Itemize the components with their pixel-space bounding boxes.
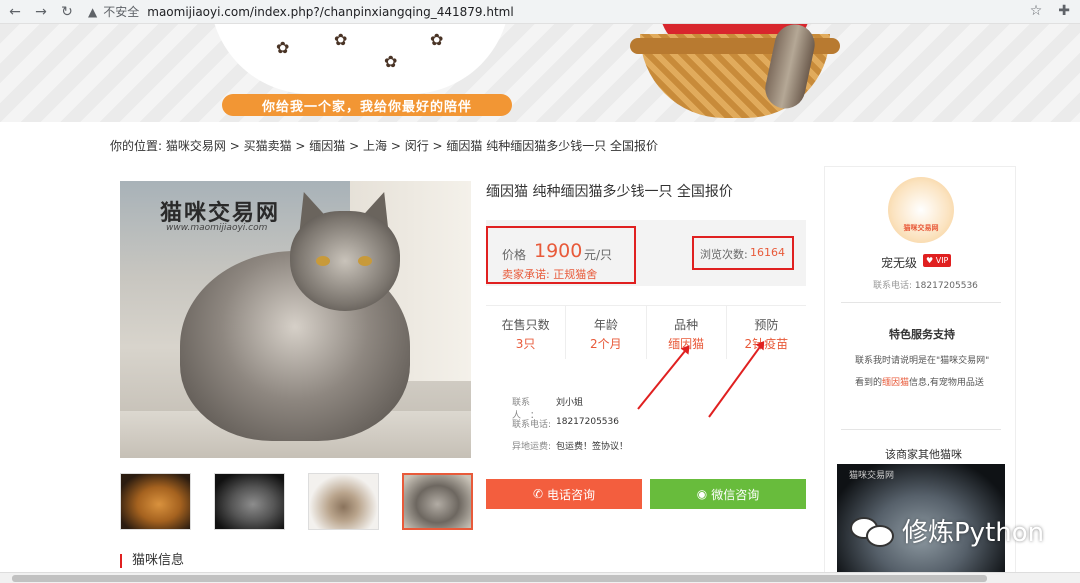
shipping-info: 包运费！签协议！ <box>556 442 629 452</box>
browser-toolbar: ← → ↻ ▲ 不安全 maomijiaoyi.com/index.php?/c… <box>0 0 1080 24</box>
photo-watermark: 猫咪交易网 <box>849 471 895 481</box>
button-label: 电话咨询 <box>547 487 596 502</box>
wechat-consult-button[interactable]: ◉ 微信咨询 <box>650 479 806 509</box>
phone-value: 18217205536 <box>914 281 978 291</box>
watermark-text: 修炼Python <box>902 518 1045 548</box>
contact-person: 刘小姐 <box>556 398 584 408</box>
breadcrumb-item[interactable]: 买猫卖猫 <box>244 139 292 153</box>
price-box: 价格 1900 元/只 卖家承诺: 正规猫舍 <box>486 226 636 284</box>
seller-name[interactable]: 宠无级 <box>881 254 917 271</box>
contact-label: 联系人 ： <box>512 398 540 421</box>
reload-icon[interactable]: ↻ <box>56 1 78 23</box>
service-title: 特色服务支持 <box>889 328 955 341</box>
breadcrumb-current: 缅因猫 纯种缅因猫多少钱一只 全国报价 <box>446 139 659 153</box>
vip-badge: ♥ VIP <box>923 254 952 267</box>
price-value: 1900 <box>534 240 583 262</box>
contact-label: 异地运费: <box>512 442 552 452</box>
breadcrumb: 你的位置: 猫咪交易网 > 买猫卖猫 > 缅因猫 > 上海 > 闵行 > 缅因猫… <box>110 139 659 153</box>
stat-label: 年龄 <box>593 318 618 332</box>
stat-vaccine: 预防 2针疫苗 <box>727 306 806 359</box>
divider <box>841 429 1001 430</box>
views-label: 浏览次数: <box>700 248 748 261</box>
section-heading-cat-info: 猫咪信息 <box>120 554 184 568</box>
service-text: 看到的缅因猫信息,有宠物用品送 <box>855 375 984 388</box>
thumbnail-strip <box>120 473 473 530</box>
cat-head <box>290 211 400 311</box>
heart-icon: ♥ <box>926 256 934 265</box>
thumbnail[interactable] <box>214 473 285 530</box>
horizontal-scrollbar[interactable] <box>0 572 1080 583</box>
stat-label: 预防 <box>754 318 779 332</box>
seller-promise: 卖家承诺: 正规猫舍 <box>502 268 598 281</box>
price-area: 价格 1900 元/只 卖家承诺: 正规猫舍 浏览次数: 16164 <box>486 220 806 286</box>
contact-label: 联系电话: <box>512 420 552 430</box>
button-label: 微信咨询 <box>711 487 760 502</box>
warning-icon: ▲ <box>88 4 98 19</box>
breadcrumb-item[interactable]: 闵行 <box>405 139 429 153</box>
views-box: 浏览次数: 16164 <box>692 236 794 270</box>
star-icon[interactable]: ☆ <box>1030 3 1043 19</box>
service-text-highlight[interactable]: 缅因猫 <box>882 378 909 388</box>
extension-icon[interactable]: ✚ <box>1058 3 1070 19</box>
contact-phone: 18217205536 <box>556 417 619 427</box>
contact-details: 联系人 ： 刘小姐 联系电话: 18217205536 异地运费: 包运费！签协… <box>512 395 628 461</box>
stat-age: 年龄 2个月 <box>566 306 647 359</box>
breadcrumb-item[interactable]: 缅因猫 <box>309 139 345 153</box>
service-text: 联系我时请说明是在"猫咪交易网" <box>855 356 990 366</box>
divider <box>841 302 1001 303</box>
paw-icon: ✿ <box>384 52 398 71</box>
seller-phone: 联系电话: 18217205536 <box>873 278 978 291</box>
security-label: 不安全 <box>103 5 140 19</box>
cat-eye <box>316 256 330 266</box>
paw-icon: ✿ <box>430 30 444 49</box>
back-arrow-icon[interactable]: ← <box>4 1 26 23</box>
forward-arrow-icon[interactable]: → <box>30 1 52 23</box>
stat-label: 品种 <box>674 318 699 332</box>
logo-text: 猫咪交易网 <box>903 224 939 232</box>
phone-label: 联系电话: <box>873 281 913 291</box>
breadcrumb-prefix: 你的位置: <box>110 139 163 153</box>
thumbnail[interactable] <box>308 473 379 530</box>
phone-consult-button[interactable]: ✆ 电话咨询 <box>486 479 642 509</box>
product-title: 缅因猫 纯种缅因猫多少钱一只 全国报价 <box>486 184 733 200</box>
other-cats-title: 该商家其他猫咪 <box>885 448 962 461</box>
seller-logo[interactable]: 猫咪交易网 <box>888 177 954 243</box>
wechat-icon: ◉ <box>696 487 708 501</box>
banner-slogan: 你给我一个家，我给你最好的陪伴 <box>222 94 512 116</box>
thumbnail[interactable] <box>120 473 191 530</box>
stat-value: 3只 <box>515 337 536 351</box>
thumbnail-active[interactable] <box>402 473 473 530</box>
stat-value: 2个月 <box>590 337 622 351</box>
breadcrumb-item[interactable]: 上海 <box>363 139 387 153</box>
phone-icon: ✆ <box>532 487 544 501</box>
url-text[interactable]: maomijiaoyi.com/index.php?/chanpinxiangq… <box>147 5 513 19</box>
address-bar[interactable]: ▲ 不安全 maomijiaoyi.com/index.php?/chanpin… <box>88 2 514 22</box>
paw-icon: ✿ <box>276 38 290 57</box>
service-text-part: 看到的 <box>855 378 883 388</box>
cat-eye <box>358 256 372 266</box>
main-cat-photo[interactable]: 猫咪交易网 www.maomijiaoyi.com <box>120 181 471 458</box>
breadcrumb-item[interactable]: 猫咪交易网 <box>166 139 226 153</box>
views-count: 16164 <box>750 246 785 259</box>
wechat-logo-icon <box>848 513 896 549</box>
wechat-watermark: 修炼Python <box>848 512 1044 549</box>
scrollbar-thumb[interactable] <box>12 575 987 582</box>
site-banner: ✿ ✿ ✿ ✿ 你给我一个家，我给你最好的陪伴 <box>0 24 1080 122</box>
paw-icon: ✿ <box>334 30 348 49</box>
service-text-part: 信息,有宠物用品送 <box>909 378 984 388</box>
cloud-shape <box>210 24 510 94</box>
photo-watermark-url: www.maomijiaoyi.com <box>166 223 268 233</box>
price-unit: 元/只 <box>584 248 613 262</box>
vip-label: VIP <box>935 256 949 265</box>
stat-stock: 在售只数 3只 <box>486 306 567 359</box>
price-label: 价格 <box>502 248 527 262</box>
stat-label: 在售只数 <box>501 318 550 332</box>
